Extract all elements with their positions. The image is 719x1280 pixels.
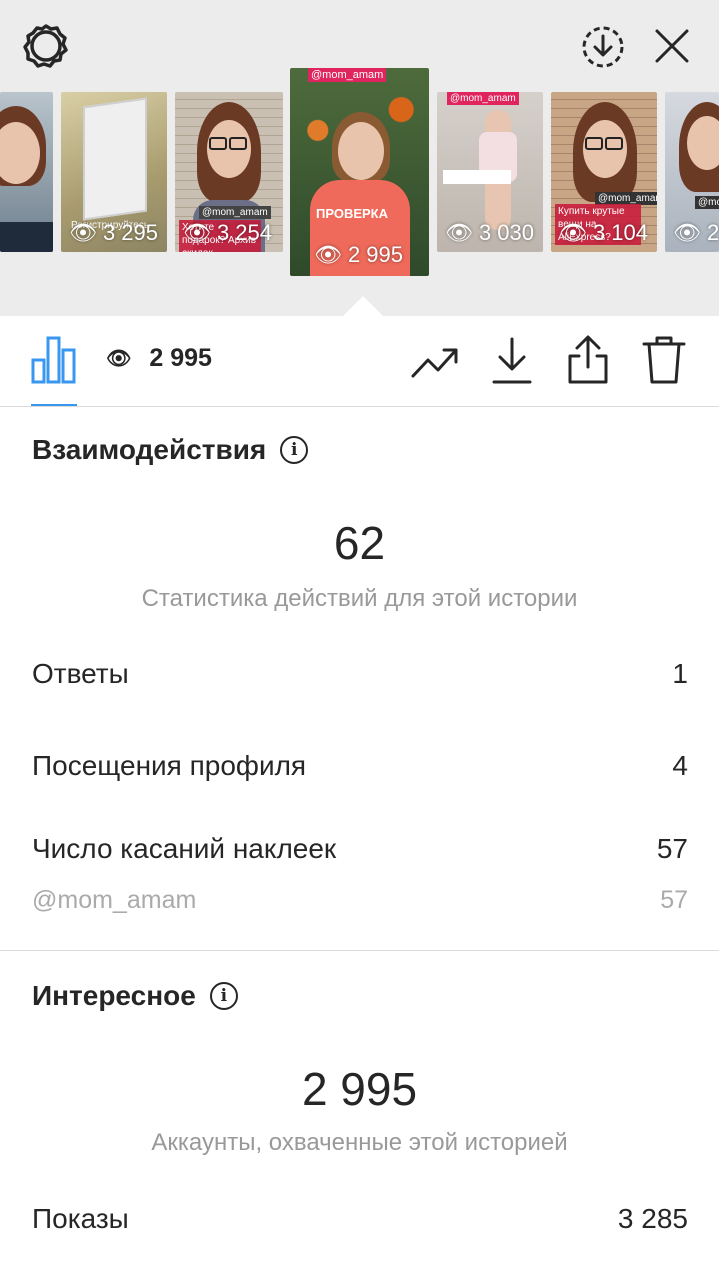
settings-gear-icon[interactable] [22,22,70,70]
story-thumbnail[interactable]: @mom_amam 👁 3 030 [437,92,543,252]
story-thumbnail[interactable]: @mom_amam Хотите подарок? Архив скидок 👁… [175,92,283,252]
story-thumbnail[interactable]: @mom 👁2 [665,92,719,252]
eye-icon: 👁 [69,220,97,245]
story-views: 👁 3 030 [445,220,534,245]
interactions-total: 62 [333,517,386,569]
interactions-header: Взаимодействия i [32,434,309,466]
share-icon[interactable] [566,334,610,386]
story-views: 👁 2 [673,220,719,245]
story-caption: ПРОВЕРКА [316,206,389,221]
bar-chart-icon[interactable] [30,334,78,386]
stat-row-sticker-taps: Число касаний наклеек 57 [32,833,688,864]
stat-row-sticker-mention[interactable]: @mom_amam 57 [32,886,688,915]
interactions-subtitle: Статистика действий для этой истории [141,585,578,612]
download-circle-icon[interactable] [580,24,626,70]
eye-icon: 👁 [559,220,587,245]
info-icon[interactable]: i [209,982,238,1010]
eye-icon: 👁 [314,242,342,267]
story-views: 👁 2 995 [314,242,403,267]
eye-icon: 👁 [445,220,473,245]
selection-pointer [343,296,383,316]
story-thumbnail[interactable]: @mom_amam Купить крутые вещи на AliExpre… [551,92,657,252]
info-icon[interactable]: i [280,436,309,464]
story-tag: @mom_amam [447,92,519,105]
eye-icon: 👁 [673,220,701,245]
section-divider [0,950,719,951]
interactions-title: Взаимодействия [32,434,267,465]
discovery-title: Интересное [32,980,196,1011]
story-tag: @mom [695,196,719,209]
discovery-total: 2 995 [301,1063,418,1115]
active-tab-underline [31,404,77,406]
stat-row-replies: Ответы 1 [32,658,688,689]
eye-icon: 👁 [106,348,132,370]
story-views: 👁 3 254 [183,220,272,245]
discovery-subtitle: Аккаунты, охваченные этой историей [151,1129,568,1156]
toolbar-views: 👁 2 995 [106,344,212,372]
story-thumbnail-selected[interactable]: @mom_amam ПРОВЕРКА 👁 2 995 [290,68,429,276]
story-thumbnails: Регистрируйтесь 👁 3 295 @mom_amam Хотите … [0,68,719,278]
discovery-header: Интересное i [32,980,238,1012]
stat-row-impressions: Показы 3 285 [32,1203,688,1234]
story-views: 👁 3 104 [559,220,648,245]
story-views: 👁 3 295 [69,220,158,245]
story-tag: @mom_amam [199,206,271,219]
trend-icon[interactable] [410,340,460,384]
story-thumbnail[interactable]: Регистрируйтесь 👁 3 295 [61,92,167,252]
eye-icon: 👁 [183,220,211,245]
story-tag: @mom_amam [308,68,387,82]
close-icon[interactable] [652,26,692,66]
download-icon[interactable] [490,336,534,386]
trash-icon[interactable] [642,334,686,386]
stat-row-profile-visits: Посещения профиля 4 [32,750,688,781]
story-thumbnail[interactable] [0,92,53,252]
